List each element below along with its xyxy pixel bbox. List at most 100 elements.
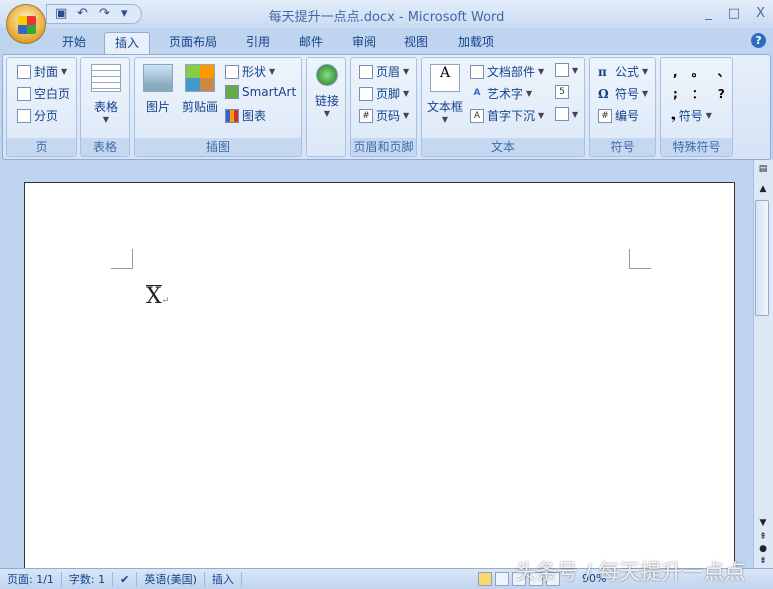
bullet-icon: ❟ [671, 108, 676, 122]
save-icon[interactable]: ▣ [55, 7, 69, 21]
minimize-button[interactable]: _ [705, 6, 712, 21]
group-illustrations: 图片 剪贴画 形状 ▼ SmartArt 图表 插图 [134, 57, 302, 157]
scroll-thumb[interactable] [755, 200, 769, 316]
document-page[interactable] [24, 182, 735, 568]
page-count[interactable]: 页面: 1/1 [0, 571, 62, 587]
language[interactable]: 英语(美国) [137, 571, 205, 587]
tab-addins[interactable]: 加载项 [448, 32, 504, 54]
group-table: 表格 ▼ 表格 [80, 57, 130, 157]
ruler-toggle-icon[interactable]: ▤ [753, 164, 773, 174]
number-icon: # [598, 108, 612, 123]
ribbon-tabs: 开始 插入 页面布局 引用 邮件 审阅 视图 加载项 [0, 28, 773, 54]
header-button[interactable]: 页眉 ▼ [359, 63, 409, 80]
question-symbol[interactable]: ? [718, 87, 725, 101]
maximize-button[interactable]: □ [728, 6, 740, 21]
pi-icon: π [598, 64, 607, 79]
next-page-button[interactable]: ⇟ [753, 556, 773, 566]
group-label: 文本 [422, 138, 584, 156]
links-button[interactable]: 链接 ▼ [309, 64, 345, 118]
help-icon[interactable]: ? [751, 33, 766, 48]
text-box-icon: A [430, 64, 460, 92]
customize-qat-button[interactable]: ▾ [121, 7, 135, 21]
signature-icon [555, 63, 569, 77]
special-symbol-button[interactable]: ❟ 符号 ▼ [671, 107, 712, 124]
clipart-button[interactable]: 剪贴画 [179, 64, 221, 115]
tab-home[interactable]: 开始 [52, 32, 96, 54]
period-symbol[interactable]: 。 [692, 63, 704, 80]
tab-page-layout[interactable]: 页面布局 [159, 32, 227, 54]
group-symbols: π 公式 ▼ Ω 符号 ▼ # 编号 符号 [589, 57, 656, 157]
paragraph-mark: ↵ [161, 296, 170, 306]
quick-access-toolbar: ▣ ↶ ↷ ▾ [46, 4, 142, 24]
full-screen-reading-view-button[interactable] [495, 572, 509, 586]
group-label: 特殊符号 [661, 138, 732, 156]
page-number-icon: # [359, 108, 373, 123]
tab-mailings[interactable]: 邮件 [289, 32, 333, 54]
group-text: A 文本框 ▼ 文档部件 ▼ A 艺术字 ▼ A 首字下沉 ▼ ▼ 5 ▼ 文本 [421, 57, 585, 157]
signature-line-button[interactable]: ▼ [555, 63, 578, 77]
page-number-button[interactable]: # 页码 ▼ [359, 107, 409, 124]
cover-page-icon [17, 64, 31, 79]
group-links: 链接 ▼ [306, 57, 346, 157]
previous-page-button[interactable]: ⇞ [753, 532, 773, 542]
insert-mode[interactable]: 插入 [205, 571, 242, 587]
group-page: 封面 ▼ 空白页 分页 页 [6, 57, 77, 157]
chart-button[interactable]: 图表 [225, 107, 266, 124]
scroll-up-button[interactable]: ▲ [753, 184, 773, 194]
tab-references[interactable]: 引用 [236, 32, 280, 54]
print-layout-view-button[interactable] [478, 572, 492, 586]
footer-button[interactable]: 页脚 ▼ [359, 85, 409, 102]
header-icon [359, 64, 373, 79]
crop-mark [111, 249, 133, 269]
office-button[interactable] [6, 4, 46, 44]
clipart-icon [185, 64, 215, 92]
colon-symbol[interactable]: ： [692, 85, 704, 102]
scroll-down-button[interactable]: ▼ [753, 518, 773, 528]
table-button[interactable]: 表格 ▼ [85, 64, 127, 124]
office-logo-icon [18, 16, 36, 34]
equation-button[interactable]: π 公式 ▼ [598, 63, 648, 80]
close-button[interactable]: X [756, 6, 765, 21]
quick-parts-icon [470, 64, 484, 79]
tab-insert[interactable]: 插入 [104, 32, 151, 54]
link-globe-icon [316, 64, 338, 86]
proofing-icon[interactable]: ✔ [113, 571, 138, 587]
symbol-button[interactable]: Ω 符号 ▼ [598, 85, 648, 102]
object-button[interactable]: ▼ [555, 107, 578, 121]
group-label: 插图 [135, 138, 301, 156]
word-count[interactable]: 字数: 1 [62, 571, 114, 587]
table-icon [91, 64, 121, 92]
x-bar-text[interactable]: X↵ [146, 284, 169, 309]
shapes-button[interactable]: 形状 ▼ [225, 63, 275, 80]
comma-symbol[interactable]: , [673, 65, 678, 79]
enumeration-comma-symbol[interactable]: 、 [718, 63, 730, 80]
drop-cap-button[interactable]: A 首字下沉 ▼ [470, 107, 544, 124]
text-box-button[interactable]: A 文本框 ▼ [424, 64, 466, 124]
blank-page-button[interactable]: 空白页 [17, 85, 70, 102]
page-break-button[interactable]: 分页 [17, 107, 58, 124]
tab-view[interactable]: 视图 [394, 32, 438, 54]
smartart-button[interactable]: SmartArt [225, 85, 296, 99]
date-time-icon: 5 [555, 85, 569, 99]
cover-page-button[interactable]: 封面 ▼ [17, 63, 67, 80]
smartart-icon [225, 85, 239, 99]
picture-button[interactable]: 图片 [139, 64, 177, 115]
group-special-symbols: , 。 、 ; ： ? ❟ 符号 ▼ 特殊符号 [660, 57, 733, 157]
group-label: 页眉和页脚 [351, 138, 416, 156]
semicolon-symbol[interactable]: ; [673, 87, 678, 101]
picture-icon [143, 64, 173, 92]
undo-icon[interactable]: ↶ [77, 7, 91, 21]
group-label: 页 [7, 138, 76, 156]
numbering-button[interactable]: # 编号 [598, 107, 639, 124]
browse-object-button[interactable]: ● [753, 544, 773, 554]
watermark: 头条号 / 每天提升一点点 [515, 560, 746, 584]
redo-icon[interactable]: ↷ [99, 7, 113, 21]
blank-page-icon [17, 86, 31, 101]
date-time-button[interactable]: 5 [555, 85, 569, 99]
wordart-button[interactable]: A 艺术字 ▼ [470, 85, 533, 102]
tab-review[interactable]: 审阅 [342, 32, 386, 54]
page-break-icon [17, 108, 31, 123]
quick-parts-button[interactable]: 文档部件 ▼ [470, 63, 544, 80]
wordart-icon: A [473, 87, 481, 98]
object-icon [555, 107, 569, 121]
